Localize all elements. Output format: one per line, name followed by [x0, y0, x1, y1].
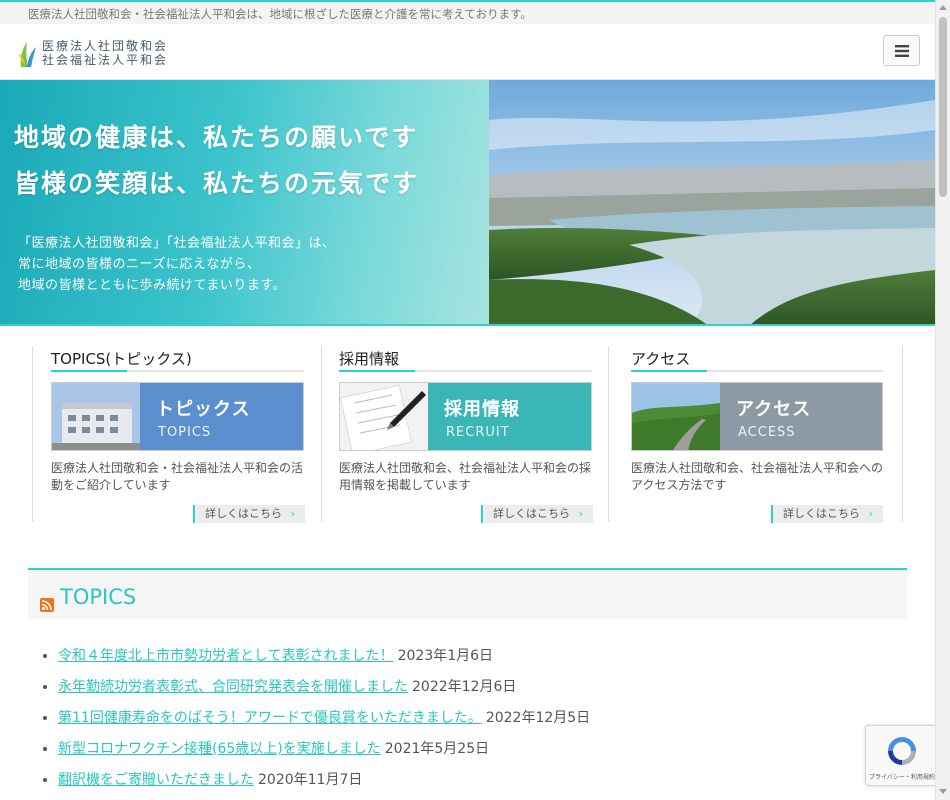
- topic-item: 永年勤続功労者表彰式、合同研究発表会を開催しました2022年12月6日: [58, 678, 898, 709]
- site-logo[interactable]: 医療法人社団敬和会 社会福祉法人平和会: [18, 38, 198, 70]
- more-label: 詳しくはこちら: [493, 507, 570, 520]
- logo-text: 医療法人社団敬和会 社会福祉法人平和会: [42, 39, 168, 67]
- scroll-up-arrow-icon[interactable]: [939, 5, 947, 10]
- logo-leaf-icon: [19, 42, 36, 67]
- banner-english-label: TOPICS: [158, 425, 212, 440]
- topics-more-button[interactable]: 詳しくはこちら ›: [193, 505, 305, 523]
- recaptcha-badge[interactable]: プライバシー・利用規約: [865, 725, 937, 786]
- site-tagline: 医療法人社団敬和会・社会福祉法人平和会は、地域に根ざした医療と介護を常に考えてお…: [28, 7, 532, 21]
- topic-link[interactable]: 令和４年度北上市市勢功労者として表彰されました！: [58, 648, 394, 664]
- banner-label: トピックス: [156, 399, 251, 420]
- hero-accent-line: [0, 324, 935, 326]
- banner-english-label: RECRUIT: [446, 425, 510, 440]
- feature-divider: [339, 370, 592, 372]
- banner-label: 採用情報: [444, 399, 520, 420]
- feature-recruit: 採用情報 採用情報 RECRUIT 医療法人社団敬和会、社会福祉法人平和会の採用…: [321, 346, 609, 523]
- topic-date: 2023年1月6日: [397, 648, 494, 664]
- feature-description: 医療法人社団敬和会、社会福祉法人平和会の採用情報を掲載しています: [339, 461, 592, 492]
- more-label: 詳しくはこちら: [783, 507, 860, 520]
- topics-banner-panel: トピックス TOPICS: [140, 383, 303, 450]
- topic-link[interactable]: 新型コロナワクチン接種(65歳以上)を実施しました: [58, 741, 381, 757]
- access-banner-panel: アクセス ACCESS: [720, 383, 882, 450]
- topic-item: 第11回健康寿命をのばそう！アワードで優良賞をいただきました。2022年12月5…: [58, 709, 898, 740]
- topic-link[interactable]: 翻訳機をご寄贈いただきました: [58, 772, 254, 788]
- banner-english-label: ACCESS: [738, 425, 796, 440]
- hero-subtext-1: 「医療法人社団敬和会」「社会福祉法人平和会」は、: [18, 236, 336, 251]
- hero-subtext-3: 地域の皆様とともに歩み続けてまいります。: [18, 278, 287, 293]
- feature-title: アクセス: [631, 350, 691, 368]
- access-more-button[interactable]: 詳しくはこちら ›: [771, 505, 883, 523]
- topics-title[interactable]: TOPICS: [60, 585, 136, 609]
- site-header: 医療法人社団敬和会 社会福祉法人平和会: [0, 24, 935, 80]
- document-pen-photo: [340, 383, 428, 450]
- feature-description: 医療法人社団敬和会、社会福祉法人平和会へのアクセス方法です: [631, 461, 884, 492]
- chevron-right-icon: ›: [290, 507, 295, 520]
- page-scrollbar[interactable]: [935, 0, 950, 800]
- topic-item: 翻訳機をご寄贈いただきました2020年11月7日: [58, 771, 898, 800]
- more-label: 詳しくはこちら: [205, 507, 282, 520]
- topics-header: TOPICS: [28, 568, 907, 619]
- hero-landscape-photo: [489, 80, 935, 326]
- topic-item: 令和４年度北上市市勢功労者として表彰されました！2023年1月6日: [58, 647, 898, 678]
- recruit-more-button[interactable]: 詳しくはこちら ›: [481, 505, 593, 523]
- feature-access: アクセス アクセス ACCESS 医療法人社団敬和会、社会福祉法人平和会へのアク…: [608, 346, 903, 523]
- feature-title: TOPICS(トピックス): [51, 350, 192, 368]
- hero-banner: 地域の健康は、私たちの願いです 皆様の笑顔は、私たちの元気です 「医療法人社団敬…: [0, 80, 935, 326]
- scrollbar-thumb[interactable]: [939, 17, 947, 197]
- topic-date: 2022年12月5日: [485, 710, 591, 726]
- topics-list: 令和４年度北上市市勢功労者として表彰されました！2023年1月6日 永年勤続功労…: [58, 647, 898, 800]
- hero-headline-1: 地域の健康は、私たちの願いです: [14, 123, 419, 152]
- topic-date: 2022年12月6日: [412, 679, 517, 695]
- topic-date: 2020年11月7日: [258, 772, 363, 788]
- recruit-banner-panel: 採用情報 RECRUIT: [428, 383, 591, 450]
- topic-date: 2021年5月25日: [384, 741, 490, 757]
- recaptcha-privacy-terms[interactable]: プライバシー・利用規約: [866, 772, 938, 781]
- road-landscape-photo: [632, 383, 720, 450]
- feature-topics: TOPICS(トピックス) トピックス TOPICS 医療法人社団敬和会・社会福…: [32, 346, 322, 523]
- feature-divider: [51, 370, 304, 372]
- topics-banner[interactable]: トピックス TOPICS: [51, 382, 304, 451]
- hero-subtext-2: 常に地域の皆様のニーズに応えながら、: [18, 257, 261, 272]
- topics-section: TOPICS 令和４年度北上市市勢功労者として表彰されました！2023年1月6日…: [28, 568, 907, 788]
- tagline-bar: 医療法人社団敬和会・社会福祉法人平和会は、地域に根ざした医療と介護を常に考えてお…: [0, 2, 935, 24]
- menu-toggle-button[interactable]: [883, 35, 920, 66]
- recruit-banner[interactable]: 採用情報 RECRUIT: [339, 382, 592, 451]
- logo-line-2: 社会福祉法人平和会: [42, 53, 169, 67]
- feature-divider: [631, 370, 883, 372]
- topic-link[interactable]: 第11回健康寿命をのばそう！アワードで優良賞をいただきました。: [58, 710, 482, 726]
- hero-text-panel: 地域の健康は、私たちの願いです 皆様の笑顔は、私たちの元気です 「医療法人社団敬…: [0, 80, 489, 326]
- rss-icon[interactable]: [40, 598, 54, 612]
- chevron-right-icon: ›: [578, 507, 583, 520]
- topic-item: 新型コロナワクチン接種(65歳以上)を実施しました2021年5月25日: [58, 740, 898, 771]
- recaptcha-icon: [888, 737, 916, 765]
- topic-link[interactable]: 永年勤続功労者表彰式、合同研究発表会を開催しました: [58, 679, 408, 695]
- hamburger-icon: [894, 44, 909, 57]
- access-banner[interactable]: アクセス ACCESS: [631, 382, 883, 451]
- banner-label: アクセス: [736, 399, 812, 420]
- scroll-down-arrow-icon[interactable]: [939, 789, 947, 794]
- feature-title: 採用情報: [339, 350, 400, 368]
- building-photo: [52, 383, 140, 450]
- feature-columns: TOPICS(トピックス) トピックス TOPICS 医療法人社団敬和会・社会福…: [32, 346, 903, 523]
- logo-line-1: 医療法人社団敬和会: [42, 39, 169, 53]
- feature-description: 医療法人社団敬和会・社会福祉法人平和会の活動をご紹介しています: [51, 461, 304, 492]
- chevron-right-icon: ›: [868, 507, 873, 520]
- hero-headline-2: 皆様の笑顔は、私たちの元気です: [14, 169, 420, 198]
